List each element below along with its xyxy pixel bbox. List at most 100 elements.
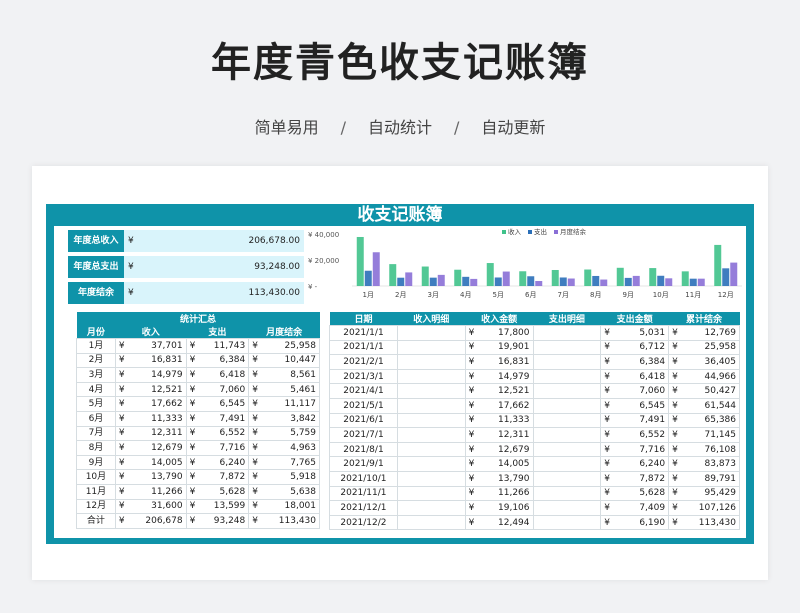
table-cell[interactable]: ¥14,979 <box>114 367 187 383</box>
table-cell[interactable]: 5月 <box>76 396 116 412</box>
table-cell[interactable]: ¥7,716 <box>600 441 670 458</box>
table-cell[interactable]: 2021/9/1 <box>329 456 398 472</box>
table-cell[interactable]: ¥7,060 <box>600 383 670 399</box>
table-cell[interactable]: 2021/5/1 <box>329 397 398 414</box>
table-cell[interactable]: 2021/6/1 <box>329 412 398 429</box>
table-cell[interactable]: ¥12,311 <box>114 425 187 442</box>
table-cell[interactable] <box>396 397 466 414</box>
table-cell[interactable]: ¥11,117 <box>248 396 320 412</box>
table-cell[interactable]: ¥6,418 <box>185 367 250 383</box>
table-cell[interactable]: ¥37,701 <box>114 338 187 354</box>
table-cell[interactable]: ¥25,958 <box>668 339 740 356</box>
table-cell[interactable]: ¥113,430 <box>668 514 740 531</box>
table-cell[interactable]: ¥5,918 <box>248 469 320 485</box>
table-cell[interactable] <box>532 485 602 502</box>
table-cell[interactable]: ¥76,108 <box>668 441 740 458</box>
table-cell[interactable] <box>396 441 466 458</box>
table-cell[interactable] <box>532 456 602 472</box>
table-cell[interactable]: 2月 <box>76 352 116 369</box>
table-cell[interactable]: ¥71,145 <box>668 427 740 443</box>
table-cell[interactable] <box>532 383 602 399</box>
table-cell[interactable] <box>532 412 602 429</box>
table-cell[interactable]: ¥13,599 <box>185 498 250 515</box>
table-cell[interactable] <box>532 500 602 516</box>
table-cell[interactable]: 2021/1/1 <box>329 325 398 341</box>
table-cell[interactable]: ¥44,966 <box>668 368 740 385</box>
table-cell[interactable]: 2021/10/1 <box>329 470 398 487</box>
table-cell[interactable]: ¥14,005 <box>114 454 187 471</box>
table-cell[interactable]: ¥11,266 <box>114 483 187 500</box>
table-cell[interactable]: 12月 <box>76 498 116 515</box>
table-cell[interactable]: ¥7,491 <box>600 412 670 429</box>
table-cell[interactable]: 4月 <box>76 381 116 398</box>
table-cell[interactable] <box>532 339 602 356</box>
table-cell[interactable]: ¥6,545 <box>600 397 670 414</box>
table-cell[interactable]: ¥16,831 <box>464 354 534 370</box>
table-cell[interactable] <box>532 470 602 487</box>
table-cell[interactable] <box>532 368 602 385</box>
summary-value-cell[interactable]: ¥206,678.00 <box>124 230 304 252</box>
table-cell[interactable]: 2021/2/1 <box>329 354 398 370</box>
table-cell[interactable]: ¥61,544 <box>668 397 740 414</box>
table-cell[interactable]: ¥7,409 <box>600 500 670 516</box>
table-cell[interactable]: 2021/12/1 <box>329 500 398 516</box>
table-cell[interactable]: ¥6,545 <box>185 396 250 412</box>
table-cell[interactable]: ¥12,769 <box>668 325 740 341</box>
table-cell[interactable] <box>532 354 602 370</box>
table-cell[interactable]: ¥19,106 <box>464 500 534 516</box>
table-cell[interactable]: 2021/11/1 <box>329 485 398 502</box>
table-cell[interactable]: ¥93,248 <box>185 513 250 529</box>
table-cell[interactable]: ¥6,190 <box>600 514 670 531</box>
table-cell[interactable]: ¥95,429 <box>668 485 740 502</box>
table-cell[interactable]: 2021/3/1 <box>329 368 398 385</box>
table-cell[interactable] <box>532 397 602 414</box>
table-cell[interactable]: ¥6,552 <box>185 425 250 442</box>
table-cell[interactable] <box>396 500 466 516</box>
summary-value-cell[interactable]: ¥113,430.00 <box>124 282 304 304</box>
table-cell[interactable]: ¥25,958 <box>248 338 320 354</box>
table-cell[interactable]: ¥11,743 <box>185 338 250 354</box>
table-cell[interactable]: 8月 <box>76 440 116 456</box>
table-cell[interactable]: ¥12,494 <box>464 514 534 531</box>
table-cell[interactable]: ¥14,005 <box>464 456 534 472</box>
table-cell[interactable]: ¥5,638 <box>248 483 320 500</box>
table-cell[interactable]: ¥12,521 <box>114 381 187 398</box>
table-cell[interactable] <box>532 441 602 458</box>
table-cell[interactable]: 3月 <box>76 367 116 383</box>
table-cell[interactable]: ¥12,679 <box>114 440 187 456</box>
table-cell[interactable]: ¥89,791 <box>668 470 740 487</box>
table-cell[interactable]: ¥6,240 <box>185 454 250 471</box>
table-cell[interactable]: ¥12,311 <box>464 427 534 443</box>
table-cell[interactable] <box>396 354 466 370</box>
table-cell[interactable]: ¥7,491 <box>185 410 250 427</box>
table-cell[interactable] <box>396 514 466 531</box>
table-cell[interactable]: ¥4,963 <box>248 440 320 456</box>
table-cell[interactable]: ¥206,678 <box>114 513 187 529</box>
table-cell[interactable]: 2021/8/1 <box>329 441 398 458</box>
monthly-bar-chart[interactable]: ¥ 40,000 ¥ 20,000 ¥ - 收入 支出 月度结余 1月 2月 3月 4月 5月 6月 7… <box>306 226 746 306</box>
table-cell[interactable] <box>396 456 466 472</box>
table-cell[interactable]: ¥6,384 <box>185 352 250 369</box>
table-cell[interactable]: ¥65,386 <box>668 412 740 429</box>
table-cell[interactable]: ¥6,418 <box>600 368 670 385</box>
table-cell[interactable]: ¥5,031 <box>600 325 670 341</box>
table-cell[interactable] <box>396 485 466 502</box>
table-cell[interactable]: ¥7,872 <box>185 469 250 485</box>
table-cell[interactable]: ¥113,430 <box>248 513 320 529</box>
table-cell[interactable]: ¥6,384 <box>600 354 670 370</box>
table-cell[interactable]: ¥5,628 <box>185 483 250 500</box>
table-cell[interactable]: ¥50,427 <box>668 383 740 399</box>
table-cell[interactable]: ¥18,001 <box>248 498 320 515</box>
table-cell[interactable]: ¥36,405 <box>668 354 740 370</box>
table-cell[interactable]: 2021/1/1 <box>329 339 398 356</box>
table-cell[interactable]: 10月 <box>76 469 116 485</box>
table-cell[interactable]: 合计 <box>76 513 116 529</box>
table-cell[interactable] <box>396 470 466 487</box>
table-cell[interactable]: ¥16,831 <box>114 352 187 369</box>
table-cell[interactable]: ¥19,901 <box>464 339 534 356</box>
table-cell[interactable]: ¥7,872 <box>600 470 670 487</box>
table-cell[interactable]: ¥6,240 <box>600 456 670 472</box>
table-cell[interactable] <box>532 427 602 443</box>
table-cell[interactable] <box>396 368 466 385</box>
table-cell[interactable]: ¥11,333 <box>464 412 534 429</box>
